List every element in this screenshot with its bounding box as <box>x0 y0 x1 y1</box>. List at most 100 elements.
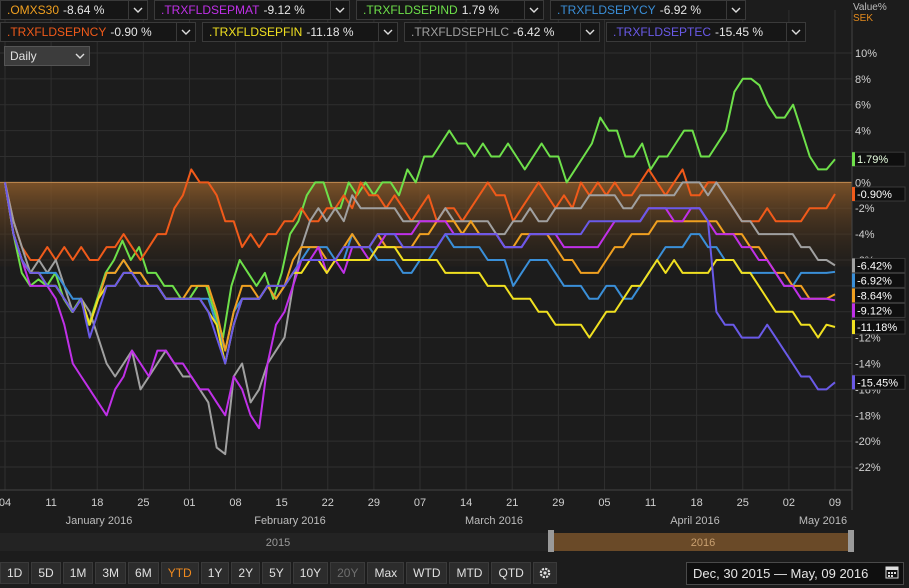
x-tick-label: 15 <box>276 497 288 509</box>
legend-symbol: .TRXFLDSEPTEC <box>613 25 712 39</box>
period-button-qtd[interactable]: QTD <box>491 562 531 584</box>
period-button-20y[interactable]: 20Y <box>330 562 366 584</box>
x-tick-label: 14 <box>460 497 472 509</box>
last-value-badge: -6.92% <box>851 272 906 288</box>
legend-item-trxfldseptec[interactable]: .TRXFLDSEPTEC -15.45 % <box>606 22 806 42</box>
price-chart[interactable]: 10%8%6%4%2%0%-2%-4%-6%-8%-10%-12%-14%-16… <box>0 0 909 588</box>
x-month-label: April 2016 <box>670 515 720 527</box>
interval-value: Daily <box>10 49 37 63</box>
chevron-down-icon[interactable] <box>330 1 349 19</box>
y-tick-label: -4% <box>855 229 875 241</box>
last-value-badge: 1.79% <box>851 151 906 167</box>
x-month-label: February 2016 <box>254 515 326 527</box>
x-tick-label: 04 <box>0 497 11 509</box>
badge-value: -8.64% <box>857 290 892 302</box>
unit-line1: Value% <box>853 2 887 13</box>
period-button-2y[interactable]: 2Y <box>231 562 261 584</box>
legend-symbol: .TRXFLDSEPMAT <box>161 3 260 17</box>
y-tick-label: -18% <box>855 410 881 422</box>
x-month-label: January 2016 <box>66 515 133 527</box>
x-tick-label: 18 <box>691 497 703 509</box>
x-month-label: March 2016 <box>465 515 523 527</box>
y-tick-label: -22% <box>855 462 881 474</box>
badge-value: -15.45% <box>857 377 898 389</box>
badge-value: -9.12% <box>857 305 892 317</box>
x-tick-label: 21 <box>506 497 518 509</box>
legend-symbol: .TRXFLDSEPYCY <box>557 3 656 17</box>
badge-color-marker <box>852 303 855 318</box>
x-tick-label: 07 <box>414 497 426 509</box>
legend-symbol: .OMXS30 <box>7 3 60 17</box>
legend-item-trxfldsepmat[interactable]: .TRXFLDSEPMAT -9.12 % <box>154 0 350 20</box>
navigator-year-label: 2016 <box>691 537 715 549</box>
period-button-5d[interactable]: 5D <box>31 562 61 584</box>
period-button-3m[interactable]: 3M <box>95 562 127 584</box>
period-button-max[interactable]: Max <box>367 562 405 584</box>
period-button-1d[interactable]: 1D <box>0 562 30 584</box>
x-tick-label: 11 <box>45 497 56 509</box>
last-value-badge: -11.18% <box>851 319 906 335</box>
legend-symbol: .TRXFLDSEPNCY <box>7 25 107 39</box>
chevron-down-icon[interactable] <box>128 1 147 19</box>
chevron-down-icon[interactable] <box>726 1 745 19</box>
period-button-6m[interactable]: 6M <box>128 562 159 584</box>
period-button-mtd[interactable]: MTD <box>449 562 490 584</box>
y-tick-label: -20% <box>855 436 881 448</box>
period-button-wtd[interactable]: WTD <box>406 562 448 584</box>
chevron-down-icon[interactable] <box>580 23 599 41</box>
legend-value: -6.92 % <box>659 3 702 17</box>
badge-value: -6.42% <box>857 260 892 272</box>
value-unit-label: Value% SEK <box>853 2 887 24</box>
legend-item-trxfldsepind[interactable]: .TRXFLDSEPIND 1.79 % <box>356 0 544 20</box>
interval-select[interactable]: Daily <box>4 46 90 66</box>
chevron-down-icon[interactable] <box>786 23 805 41</box>
period-button-10y[interactable]: 10Y <box>292 562 329 584</box>
legend-item-trxfldsepfin[interactable]: .TRXFLDSEPFIN -11.18 % <box>202 22 398 42</box>
badge-color-marker <box>852 375 855 390</box>
last-value-badge: -8.64% <box>851 287 906 303</box>
x-tick-label: 18 <box>91 497 103 509</box>
chevron-down-icon[interactable] <box>524 1 543 19</box>
chevron-down-icon[interactable] <box>378 23 397 41</box>
y-tick-label: 4% <box>855 126 871 138</box>
legend-symbol: .TRXFLDSEPIND <box>363 3 458 17</box>
legend-symbol: .TRXFLDSEPHLC <box>411 25 510 39</box>
navigator-year-label: 2015 <box>266 537 290 549</box>
x-tick-label: 09 <box>829 497 841 509</box>
gear-icon[interactable] <box>532 562 557 584</box>
y-tick-label: 8% <box>855 74 871 86</box>
unit-line2: SEK <box>853 13 874 24</box>
chevron-down-icon <box>71 53 89 59</box>
period-button-1y[interactable]: 1Y <box>200 562 230 584</box>
period-button-5y[interactable]: 5Y <box>262 562 291 584</box>
y-tick-label: 6% <box>855 100 871 112</box>
legend-item-trxfldsephlc[interactable]: .TRXFLDSEPHLC -6.42 % <box>404 22 600 42</box>
last-value-badge: -6.42% <box>851 257 906 273</box>
x-month-label: May 2016 <box>799 515 847 527</box>
x-tick-label: 05 <box>598 497 610 509</box>
x-tick-label: 08 <box>229 497 241 509</box>
chevron-down-icon[interactable] <box>176 23 195 41</box>
calendar-icon[interactable] <box>885 565 899 582</box>
date-range-field[interactable]: Dec, 30 2015 — May, 09 2016 <box>686 562 904 585</box>
legend-value: -6.42 % <box>513 25 555 39</box>
last-value-badge: -9.12% <box>851 302 906 318</box>
date-range-value: Dec, 30 2015 — May, 09 2016 <box>693 566 869 581</box>
legend-item-trxfldsepycy[interactable]: .TRXFLDSEPYCY -6.92 % <box>550 0 746 20</box>
legend-item-trxfldsepncy[interactable]: .TRXFLDSEPNCY -0.90 % <box>0 22 196 42</box>
badge-color-marker <box>852 258 855 273</box>
legend-value: -0.90 % <box>110 25 152 39</box>
x-tick-label: 25 <box>737 497 749 509</box>
badge-color-marker <box>852 187 855 201</box>
period-button-ytd[interactable]: YTD <box>160 562 199 584</box>
legend-value: -8.64 % <box>63 3 105 17</box>
x-tick-label: 29 <box>552 497 564 509</box>
period-button-1m[interactable]: 1M <box>62 562 94 584</box>
legend-value: -11.18 % <box>306 25 354 39</box>
legend-value: 1.79 % <box>461 3 500 17</box>
y-tick-label: -2% <box>855 203 875 215</box>
badge-value: 1.79% <box>857 154 888 166</box>
y-tick-label: 10% <box>855 48 877 60</box>
range-navigator[interactable]: 2015 2016 <box>0 530 854 552</box>
legend-item-omxs30[interactable]: .OMXS30 -8.64 % <box>0 0 148 20</box>
